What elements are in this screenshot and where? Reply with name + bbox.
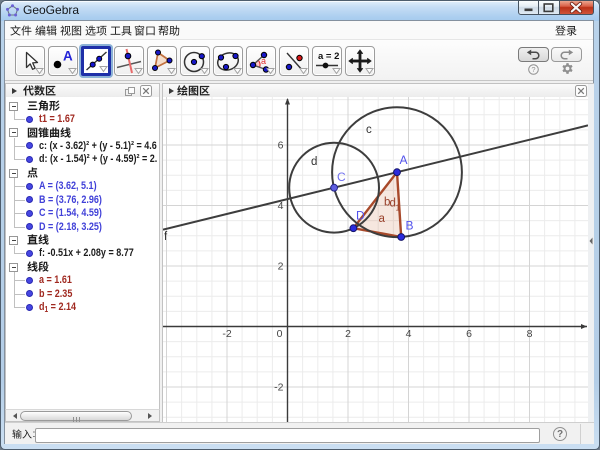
svg-text:2: 2	[278, 261, 284, 273]
svg-text:1: 1	[396, 203, 401, 213]
svg-text:6: 6	[278, 140, 284, 152]
svg-text:d: d	[311, 156, 317, 168]
svg-text:c: c	[366, 124, 372, 136]
svg-text:8: 8	[527, 328, 533, 340]
svg-text:A: A	[400, 153, 408, 167]
svg-text:2: 2	[345, 328, 351, 340]
svg-text:A: A	[63, 49, 73, 64]
svg-text:-2: -2	[274, 382, 283, 394]
svg-text:0: 0	[277, 328, 283, 340]
svg-text:f: f	[164, 231, 168, 243]
svg-text:C: C	[337, 170, 346, 184]
svg-text:a = 2: a = 2	[318, 51, 339, 62]
svg-text:D: D	[356, 209, 365, 223]
svg-text:?: ?	[531, 65, 535, 74]
svg-text:a: a	[379, 213, 386, 225]
svg-text:B: B	[406, 219, 414, 233]
svg-text:4: 4	[406, 328, 412, 340]
svg-text:6: 6	[466, 328, 472, 340]
svg-text:-2: -2	[222, 328, 231, 340]
